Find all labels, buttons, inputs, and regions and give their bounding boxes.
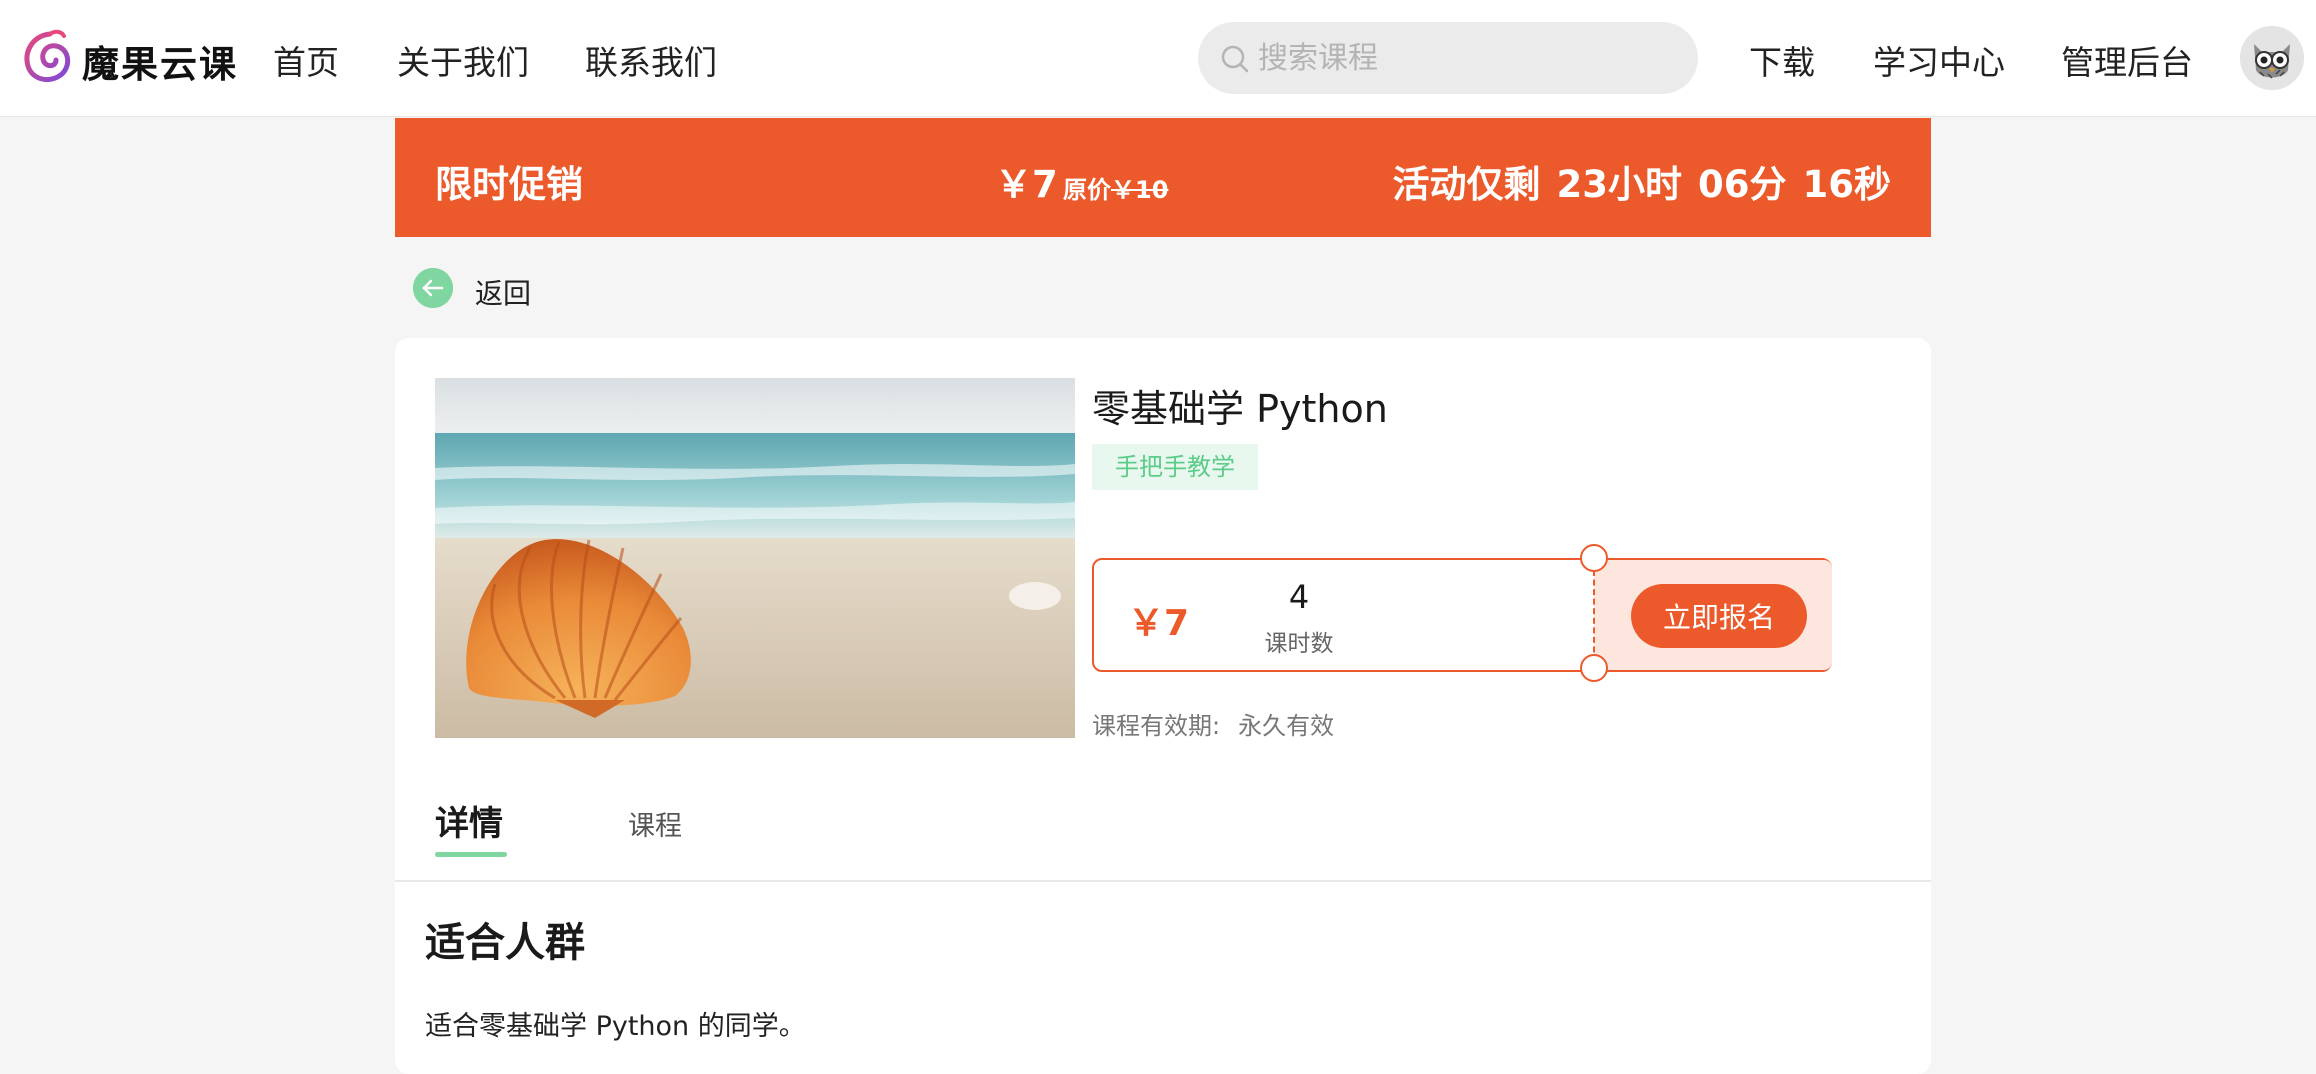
lesson-count: 4 [1288,578,1310,616]
ticket-notch-bottom [1580,654,1608,682]
nav-link-home[interactable]: 首页 [273,36,339,84]
active-tab-indicator [435,852,507,857]
original-price-label: 原价 [1063,176,1111,204]
tabs-divider [395,880,1931,882]
ticket-divider [1593,570,1595,662]
countdown-minutes: 06分 [1698,163,1787,206]
price-ticket: ￥7 4 课时数 立即报名 [1092,544,1832,682]
back-label: 返回 [475,277,532,310]
tab-lessons[interactable]: 课程 [628,804,682,843]
avatar-owl-icon [2240,26,2304,90]
tab-details[interactable]: 详情 [435,796,503,845]
nav-link-about[interactable]: 关于我们 [397,36,529,84]
enroll-button[interactable]: 立即报名 [1631,584,1807,648]
countdown-hours: 23小时 [1556,163,1683,206]
logo-icon[interactable] [20,28,76,88]
validity-value: 永久有效 [1238,712,1335,740]
promo-price: ￥7 [995,163,1058,206]
countdown-seconds: 16秒 [1802,163,1892,206]
search-box[interactable] [1198,22,1698,94]
countdown-label: 活动仅剩 [1392,163,1541,206]
course-price: ￥7 [1128,603,1190,644]
nav-link-learning-center[interactable]: 学习中心 [1873,36,2005,84]
course-title: 零基础学 Python [1092,387,1388,431]
top-nav: 魔果云课 首页 关于我们 联系我们 下载 学习中心 管理后台 [0,0,2316,117]
course-validity: 课程有效期: 永久有效 [1092,706,1334,741]
search-icon [1220,44,1250,74]
validity-label: 课程有效期: [1092,712,1221,740]
promo-countdown: 活动仅剩 23小时 06分 16秒 [1377,154,1892,208]
back-arrow-icon [413,268,453,308]
lesson-count-label: 课时数 [1264,631,1334,657]
nav-link-contact[interactable]: 联系我们 [585,36,717,84]
promo-title: 限时促销 [435,163,583,206]
nav-link-admin[interactable]: 管理后台 [2061,36,2193,84]
original-price-value: ￥10 [1111,176,1169,204]
promo-original-price: 原价￥10 [1063,170,1168,205]
ticket-notch-top [1580,544,1608,572]
course-card: 零基础学 Python 手把手教学 ￥7 4 课时数 立即报名 课程有效期: 永久… [395,338,1931,1074]
nav-link-download[interactable]: 下载 [1749,36,1815,84]
course-cover-image [435,378,1075,738]
section-heading: 适合人群 [425,920,585,966]
course-tag: 手把手教学 [1092,444,1258,490]
section-body: 适合零基础学 Python 的同学。 [425,1011,806,1042]
promo-banner: 限时促销 ￥7 原价￥10 活动仅剩 23小时 06分 16秒 [395,118,1931,237]
avatar[interactable] [2240,26,2304,90]
brand-name[interactable]: 魔果云课 [82,34,238,88]
search-input[interactable] [1258,34,1678,82]
